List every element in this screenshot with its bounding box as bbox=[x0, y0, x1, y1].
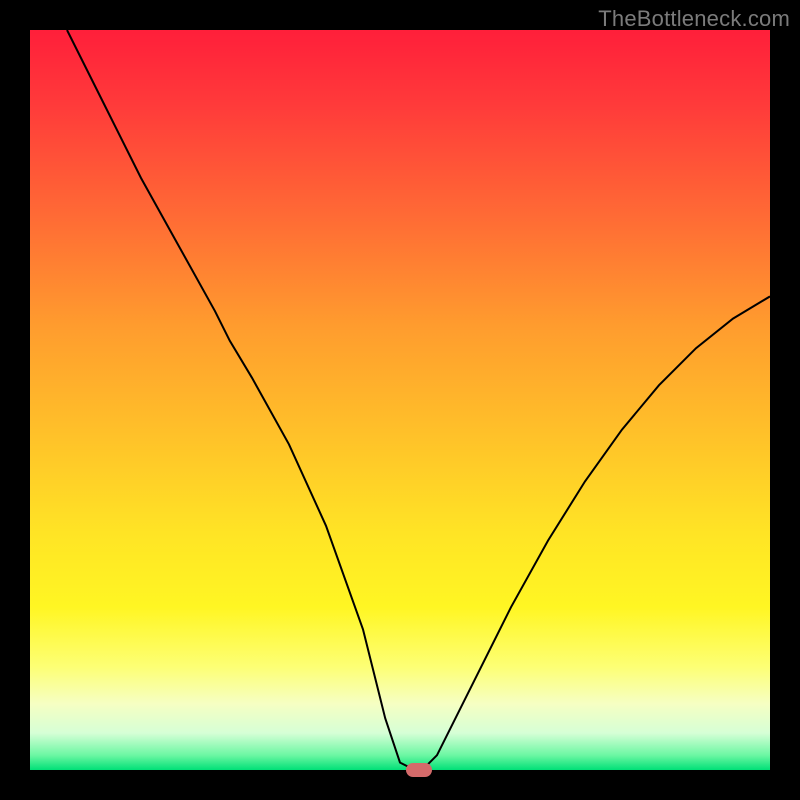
bottleneck-curve bbox=[67, 30, 770, 770]
curve-layer bbox=[30, 30, 770, 770]
plot-area bbox=[30, 30, 770, 770]
optimal-marker bbox=[406, 763, 432, 777]
watermark-text: TheBottleneck.com bbox=[598, 6, 790, 32]
chart-frame: TheBottleneck.com bbox=[0, 0, 800, 800]
